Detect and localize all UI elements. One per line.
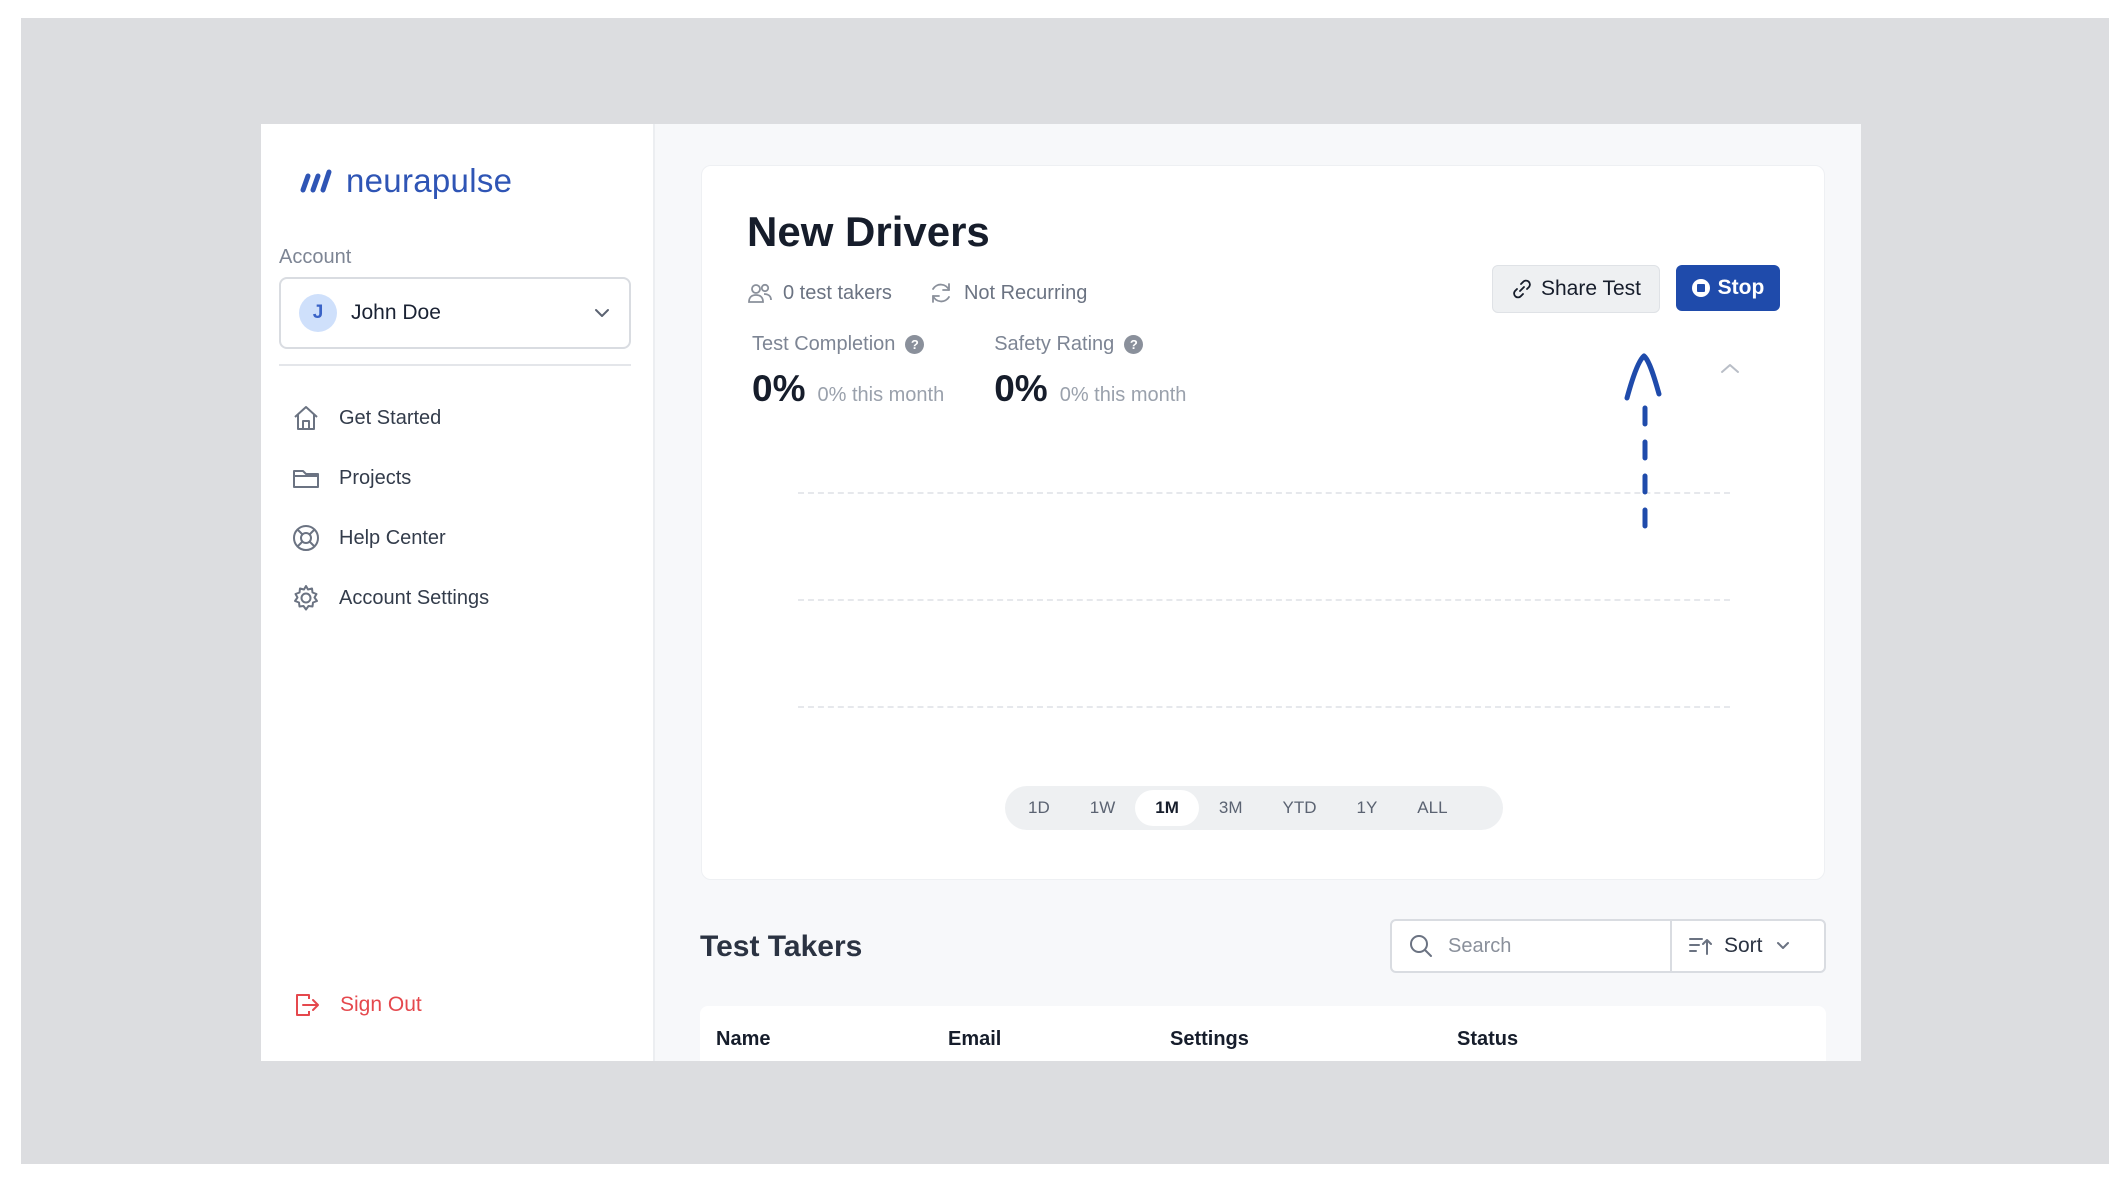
sort-button[interactable]: Sort bbox=[1672, 921, 1824, 971]
annotation-arrow-icon bbox=[1624, 353, 1662, 541]
column-header-settings[interactable]: Settings bbox=[1170, 1028, 1249, 1051]
test-takers-text: 0 test takers bbox=[783, 281, 892, 304]
share-test-button[interactable]: Share Test bbox=[1492, 265, 1660, 313]
range-all[interactable]: ALL bbox=[1397, 790, 1467, 826]
gear-icon bbox=[294, 585, 318, 611]
stat-value: 0% bbox=[752, 368, 806, 409]
main-content: New Drivers 0 test takers Not Recurring … bbox=[655, 124, 1861, 1061]
account-name: John Doe bbox=[351, 301, 441, 324]
chart-grid-line bbox=[798, 706, 1730, 708]
column-header-name[interactable]: Name bbox=[716, 1028, 770, 1051]
sidebar-item-label: Help Center bbox=[339, 526, 446, 549]
help-icon[interactable]: ? bbox=[905, 335, 925, 354]
account-label: Account bbox=[279, 246, 352, 268]
range-1m[interactable]: 1M bbox=[1135, 790, 1199, 826]
takers-table-header: Name Email Settings Status bbox=[700, 1006, 1826, 1061]
stats-row: Test Completion ? 0% 0% this month Safet… bbox=[752, 333, 1186, 410]
stat-safety-rating: Safety Rating ? 0% 0% this month bbox=[994, 333, 1186, 410]
stat-subtext: 0% this month bbox=[1059, 384, 1187, 406]
chevron-down-icon bbox=[595, 309, 609, 317]
sort-icon bbox=[1689, 938, 1712, 955]
stat-label: Safety Rating bbox=[994, 333, 1115, 355]
help-icon[interactable]: ? bbox=[1124, 335, 1144, 354]
lifebuoy-icon bbox=[293, 525, 319, 551]
sidebar-item-label: Get Started bbox=[339, 406, 442, 429]
chart-grid-line bbox=[798, 599, 1730, 601]
test-overview-card: New Drivers 0 test takers Not Recurring … bbox=[701, 165, 1825, 880]
account-select[interactable]: J John Doe bbox=[279, 277, 631, 349]
sidebar-item-label: Projects bbox=[339, 466, 412, 489]
test-takers-title: Test Takers bbox=[700, 930, 863, 963]
stat-test-completion: Test Completion ? 0% 0% this month bbox=[752, 333, 944, 410]
test-meta: 0 test takers Not Recurring bbox=[747, 281, 1087, 305]
recurrence-text: Not Recurring bbox=[963, 281, 1088, 304]
app-window: neurapulse Account J John Doe Get Starte… bbox=[261, 124, 1861, 1061]
link-icon bbox=[1513, 279, 1531, 299]
stop-icon bbox=[1691, 279, 1710, 297]
recurrence-status: Not Recurring bbox=[928, 281, 1087, 305]
search-sort-group: Sort bbox=[1390, 919, 1826, 973]
range-1d[interactable]: 1D bbox=[1008, 790, 1070, 826]
sidebar-item-projects[interactable]: Projects bbox=[291, 448, 489, 508]
sign-out-icon bbox=[296, 994, 319, 1016]
sign-out-label: Sign Out bbox=[340, 993, 422, 1016]
time-range-selector: 1D 1W 1M 3M YTD 1Y ALL bbox=[1005, 786, 1503, 830]
range-ytd[interactable]: YTD bbox=[1262, 790, 1336, 826]
stat-label: Test Completion bbox=[752, 333, 896, 355]
sidebar: neurapulse Account J John Doe Get Starte… bbox=[261, 124, 655, 1061]
stop-label: Stop bbox=[1717, 276, 1765, 299]
sort-label: Sort bbox=[1724, 934, 1763, 957]
column-header-email[interactable]: Email bbox=[948, 1028, 1001, 1051]
chevron-down-icon bbox=[1776, 942, 1789, 949]
chart-grid-line bbox=[798, 492, 1730, 494]
home-icon bbox=[294, 406, 318, 430]
users-icon bbox=[748, 283, 772, 303]
avatar: J bbox=[299, 294, 337, 332]
brand-logo[interactable]: neurapulse bbox=[298, 162, 512, 200]
folder-icon bbox=[293, 470, 319, 488]
sidebar-nav: Get Started Projects Help Center Account… bbox=[291, 388, 489, 628]
logo-mark-icon bbox=[300, 169, 332, 193]
refresh-icon bbox=[932, 283, 950, 303]
brand-name: neurapulse bbox=[346, 162, 513, 199]
sign-out-button[interactable]: Sign Out bbox=[292, 990, 422, 1020]
range-1y[interactable]: 1Y bbox=[1336, 790, 1397, 826]
column-header-status[interactable]: Status bbox=[1457, 1028, 1518, 1051]
sidebar-divider bbox=[279, 364, 631, 366]
empty-chart bbox=[798, 492, 1730, 712]
stop-button[interactable]: Stop bbox=[1676, 265, 1780, 311]
sidebar-item-label: Account Settings bbox=[339, 586, 490, 609]
search-box bbox=[1392, 921, 1672, 971]
sidebar-item-account-settings[interactable]: Account Settings bbox=[291, 568, 489, 628]
chevron-up-icon[interactable] bbox=[1719, 361, 1741, 375]
range-3m[interactable]: 3M bbox=[1199, 790, 1263, 826]
search-icon bbox=[1410, 935, 1432, 957]
sidebar-item-help-center[interactable]: Help Center bbox=[291, 508, 489, 568]
test-takers-count: 0 test takers bbox=[747, 281, 892, 305]
range-1w[interactable]: 1W bbox=[1070, 790, 1136, 826]
page-title: New Drivers bbox=[747, 208, 990, 255]
search-input[interactable] bbox=[1448, 934, 1628, 958]
share-test-label: Share Test bbox=[1540, 277, 1641, 300]
stat-value: 0% bbox=[994, 368, 1048, 409]
sidebar-item-get-started[interactable]: Get Started bbox=[291, 388, 489, 448]
stat-subtext: 0% this month bbox=[817, 384, 945, 406]
